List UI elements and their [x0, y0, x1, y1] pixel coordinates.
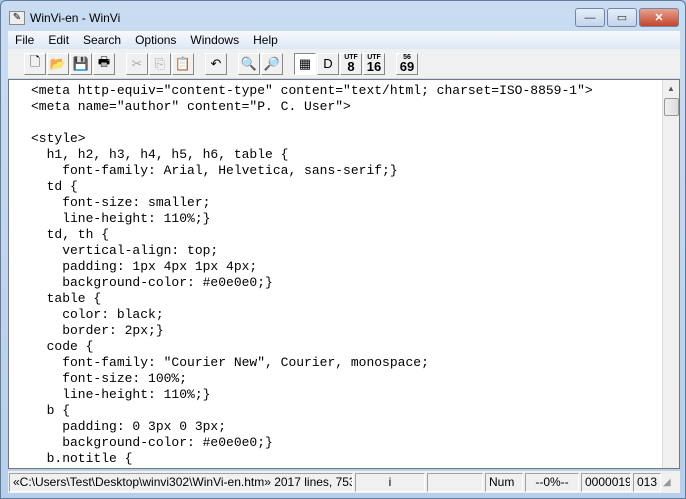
- code-line: td {: [31, 179, 78, 194]
- code-line: <style>: [31, 131, 86, 146]
- code-line: color: black;: [31, 307, 164, 322]
- hex-view-icon: 56 69: [399, 54, 415, 74]
- cut-icon: ✂: [131, 55, 143, 71]
- code-line: <meta http-equiv="content-type" content=…: [31, 83, 593, 98]
- code-line: background-color: #e0e0e0;}: [31, 275, 273, 290]
- status-percent: --0%--: [525, 472, 579, 492]
- status-line: 0000019: [581, 472, 631, 492]
- open-folder-icon: 📂: [49, 55, 67, 71]
- maximize-button[interactable]: ▭: [607, 8, 637, 27]
- paste-button[interactable]: 📋: [172, 52, 194, 75]
- undo-button[interactable]: ↶: [205, 52, 227, 75]
- menu-help[interactable]: Help: [246, 33, 285, 47]
- resize-grip-icon[interactable]: ◢: [663, 477, 677, 488]
- status-bar: «C:\Users\Test\Desktop\winvi302\WinVi-en…: [8, 471, 680, 493]
- cut-button[interactable]: ✂: [126, 52, 148, 75]
- code-line: b {: [31, 403, 71, 418]
- utf16-icon: UTF 16: [366, 54, 382, 74]
- charset-ansi-icon: ▦: [298, 55, 312, 71]
- utf16-button[interactable]: UTF 16: [363, 52, 385, 75]
- charset-dos-button[interactable]: D: [317, 52, 339, 75]
- status-column: 013: [633, 472, 661, 492]
- window-title: WinVi-en - WinVi: [30, 11, 121, 25]
- code-line: font-family: Arial, Helvetica, sans-seri…: [31, 163, 398, 178]
- toolbar: 🗋 📂 💾 🖶 ✂ ⎘ 📋 ↶ 🔍 🔎 ▦ D UTF 8 UTF 16 56 69: [8, 49, 680, 78]
- status-blank: [427, 472, 483, 492]
- code-line: padding: 1px 4px 1px 4px;: [31, 259, 258, 274]
- save-icon: 💾: [72, 55, 90, 71]
- new-file-button[interactable]: 🗋: [24, 52, 46, 75]
- code-line: code {: [31, 339, 94, 354]
- scroll-up-arrow-icon[interactable]: ▲: [663, 80, 679, 97]
- menu-file[interactable]: File: [8, 33, 41, 47]
- code-line: b.notitle {: [31, 451, 133, 466]
- close-button[interactable]: ✕: [639, 8, 679, 27]
- hex-view-button[interactable]: 56 69: [396, 52, 418, 75]
- menu-bar: File Edit Search Options Windows Help: [8, 31, 680, 49]
- code-line: table {: [31, 291, 102, 306]
- code-line: h1, h2, h3, h4, h5, h6, table {: [31, 147, 289, 162]
- text-editor[interactable]: <meta http-equiv="content-type" content=…: [8, 79, 680, 469]
- code-line: font-size: smaller;: [31, 195, 211, 210]
- paste-icon: 📋: [174, 55, 192, 71]
- code-line: vertical-align: top;: [31, 243, 219, 258]
- code-line: font-family: "Courier New", Courier, mon…: [31, 355, 429, 370]
- menu-edit[interactable]: Edit: [41, 33, 76, 47]
- charset-ansi-button[interactable]: ▦: [294, 52, 316, 75]
- find-next-button[interactable]: 🔎: [261, 52, 283, 75]
- scroll-thumb[interactable]: [664, 98, 679, 116]
- app-window: ✎ WinVi-en - WinVi — ▭ ✕ File Edit Search O…: [0, 0, 686, 499]
- status-numlock: Num: [485, 472, 523, 492]
- status-mode: i: [355, 472, 425, 492]
- vertical-scrollbar[interactable]: ▲: [662, 80, 679, 468]
- code-line: td, th {: [31, 227, 110, 242]
- code-line: line-height: 110%;}: [31, 387, 211, 402]
- new-file-icon: 🗋: [29, 53, 41, 69]
- winvi-app-icon[interactable]: ✎: [9, 11, 25, 25]
- code-line: background-color: #e0e0e0;}: [31, 435, 273, 450]
- code-line: border: 2px;}: [31, 323, 164, 338]
- menu-options[interactable]: Options: [128, 33, 183, 47]
- editor-content[interactable]: <meta http-equiv="content-type" content=…: [31, 83, 593, 467]
- menu-windows[interactable]: Windows: [183, 33, 246, 47]
- code-line: font-size: 100%;: [31, 371, 188, 386]
- minimize-button[interactable]: —: [575, 8, 605, 27]
- menu-search[interactable]: Search: [76, 33, 128, 47]
- utf8-button[interactable]: UTF 8: [340, 52, 362, 75]
- title-bar: ✎ WinVi-en - WinVi: [9, 9, 120, 27]
- find-next-icon: 🔎: [263, 55, 281, 71]
- utf8-icon: UTF 8: [344, 54, 358, 74]
- code-line: padding: 0 3px 0 3px;: [31, 419, 227, 434]
- print-icon: 🖶: [97, 53, 111, 69]
- find-button[interactable]: 🔍: [238, 52, 260, 75]
- status-file-info: «C:\Users\Test\Desktop\winvi302\WinVi-en…: [9, 472, 353, 492]
- open-folder-button[interactable]: 📂: [47, 52, 69, 75]
- code-line: line-height: 110%;}: [31, 211, 211, 226]
- charset-dos-icon: D: [323, 56, 333, 71]
- copy-icon: ⎘: [154, 55, 166, 71]
- undo-icon: ↶: [210, 55, 222, 71]
- find-icon: 🔍: [240, 55, 258, 71]
- copy-button[interactable]: ⎘: [149, 52, 171, 75]
- print-button[interactable]: 🖶: [93, 52, 115, 75]
- code-line: <meta name="author" content="P. C. User"…: [31, 99, 351, 114]
- save-button[interactable]: 💾: [70, 52, 92, 75]
